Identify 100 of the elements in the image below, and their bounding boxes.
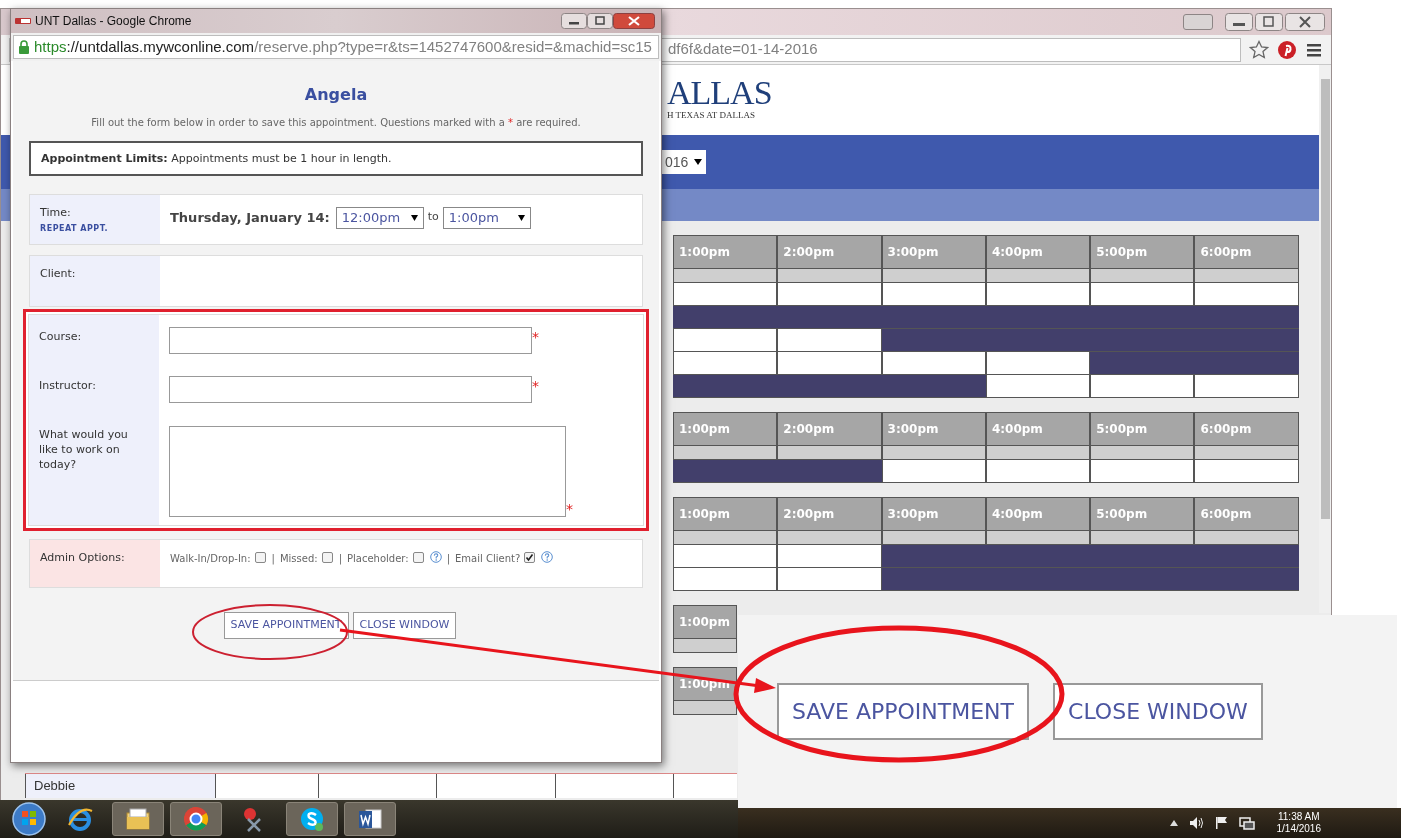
time-header-cell: 6:00pm (1194, 497, 1299, 531)
address-bar[interactable]: https://untdallas.mywconline.com/reserve.php?type=r&ts=1452747600&resid=&machid=sc15 (13, 35, 659, 59)
field-label: Instructor: (39, 378, 97, 394)
minimize-button[interactable] (561, 13, 587, 29)
start-time-select[interactable]: 12:00pm (335, 206, 424, 229)
time-header-cell: 4:00pm (985, 497, 1091, 531)
date-select[interactable]: 016 (661, 150, 707, 174)
document-taskbar-button[interactable] (344, 802, 396, 836)
open-slot[interactable] (985, 375, 1091, 398)
open-slot[interactable] (673, 568, 778, 591)
open-slot[interactable] (777, 329, 882, 352)
name-cell: Debbie (25, 774, 215, 798)
separator-text: to (427, 209, 439, 226)
dropdown-arrow-icon (694, 158, 703, 166)
restore-button[interactable] (1255, 13, 1283, 31)
date-label: Thursday, January 14: (170, 208, 330, 227)
chrome-taskbar-button[interactable] (170, 802, 222, 836)
close-button[interactable] (613, 13, 655, 29)
url-text: df6f&date=01-14-2016 (668, 39, 818, 60)
field-label: Course: (39, 329, 83, 345)
flag-icon[interactable] (1214, 816, 1229, 830)
header-spacer-cell (673, 701, 737, 715)
checkbox[interactable] (524, 552, 536, 563)
time-header-cell: 1:00pm (673, 605, 737, 639)
time-header-cell: 5:00pm (1090, 497, 1195, 531)
clock[interactable]: 11:38 AM 1/14/2016 (1276, 811, 1321, 835)
time-header-cell: 1:00pm (673, 412, 778, 446)
show-hidden-icons-icon[interactable] (1168, 819, 1179, 827)
skype-taskbar-button[interactable] (286, 802, 338, 836)
open-slot[interactable] (673, 329, 778, 352)
pin-icon[interactable] (1277, 39, 1297, 60)
open-slot[interactable] (985, 460, 1091, 483)
close-button[interactable] (1285, 13, 1325, 31)
time-header-cell: 1:00pm (673, 235, 778, 269)
scroll-bar[interactable] (1319, 65, 1331, 613)
open-slot[interactable] (881, 352, 986, 375)
open-slot[interactable] (881, 460, 986, 483)
input-field[interactable] (169, 327, 532, 354)
open-slot[interactable] (1194, 460, 1299, 483)
folder-taskbar-icon (124, 805, 152, 833)
time-header-cell: 6:00pm (1194, 235, 1299, 269)
close-window-button[interactable]: CLOSE WINDOW (1053, 683, 1263, 740)
open-slot[interactable] (985, 352, 1091, 375)
open-slot[interactable] (1090, 375, 1195, 398)
dropdown-arrow-icon (517, 214, 525, 221)
checkbox[interactable] (321, 552, 333, 563)
time-header-cell: 1:00pm (673, 497, 778, 531)
option-label: Email Client? (455, 552, 521, 566)
open-slot[interactable] (777, 545, 882, 568)
time-header-cell: 2:00pm (777, 412, 882, 446)
open-slot[interactable] (1090, 283, 1195, 306)
open-slot[interactable] (1194, 375, 1299, 398)
minimize-button[interactable] (1225, 13, 1253, 31)
checkbox[interactable] (412, 552, 424, 563)
open-slot[interactable] (777, 568, 882, 591)
speaker-icon[interactable] (1188, 816, 1205, 830)
option-label: Placeholder: (347, 552, 409, 566)
open-slot[interactable] (673, 283, 778, 306)
time-header-cell: 2:00pm (777, 497, 882, 531)
input-field[interactable] (169, 376, 532, 403)
checkbox[interactable] (254, 552, 266, 563)
option-label: Missed: (279, 552, 318, 566)
open-slot[interactable] (1194, 283, 1299, 306)
header-spacer-cell (673, 639, 737, 653)
help-icon[interactable] (541, 551, 554, 563)
url-text: https://untdallas.mywconline.com/reserve.php?type=r&ts=1452747600&resid=&machid=sc15 (34, 36, 652, 57)
open-slot[interactable] (673, 352, 778, 375)
open-slot[interactable] (881, 283, 986, 306)
open-slot[interactable] (985, 283, 1091, 306)
field-label: Time: (40, 205, 72, 221)
close-window-button[interactable]: CLOSE WINDOW (352, 612, 457, 639)
time-header-cell: 2:00pm (777, 235, 882, 269)
open-slot[interactable] (777, 283, 882, 306)
maximize-button[interactable] (587, 13, 613, 29)
network-icon[interactable] (1238, 816, 1255, 830)
lock-icon (18, 40, 30, 54)
bookmark-star-icon[interactable] (1249, 39, 1269, 60)
open-slot[interactable] (1090, 460, 1195, 483)
text-area[interactable] (169, 426, 566, 517)
separator-text: | (271, 552, 275, 566)
limits-notice: Appointment Limits: Appointments must be 1 hour in length. (29, 141, 643, 176)
logo-text: ALLAS (667, 77, 773, 110)
field-label: Client: (40, 266, 77, 282)
open-slot[interactable] (673, 545, 778, 568)
time-header-cell: 5:00pm (1090, 235, 1195, 269)
open-slot[interactable] (777, 352, 882, 375)
chrome-taskbar-icon (182, 805, 210, 833)
folder-taskbar-button[interactable] (112, 802, 164, 836)
field-label: What would you like to work on today? (39, 427, 129, 473)
help-icon[interactable] (429, 551, 442, 563)
logo-subtitle: H TEXAS AT DALLAS (667, 109, 756, 123)
start-button[interactable] (10, 800, 48, 838)
repeat-link[interactable]: REPEAT APPT. (40, 222, 160, 235)
time-header-cell: 5:00pm (1090, 412, 1195, 446)
time-header-cell: 4:00pm (985, 235, 1091, 269)
save-button[interactable]: SAVE APPOINTMENT (223, 612, 349, 639)
end-time-select[interactable]: 1:00pm (442, 206, 531, 229)
time-header-cell: 3:00pm (881, 412, 986, 446)
save-button[interactable]: SAVE APPOINTMENT (777, 683, 1030, 740)
separator-text: | (338, 552, 342, 566)
